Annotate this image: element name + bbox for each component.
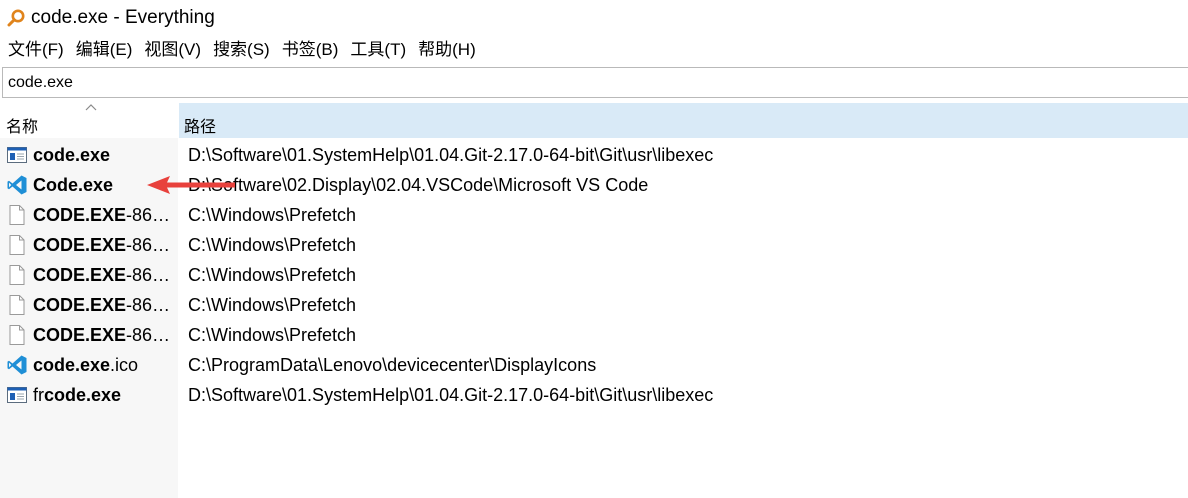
menu-bar: 文件(F) 编辑(E) 视图(V) 搜索(S) 书签(B) 工具(T) 帮助(H… <box>0 36 1188 63</box>
file-name-match: CODE.EXE <box>33 234 127 255</box>
file-path-cell[interactable]: D:\Software\01.SystemHelp\01.04.Git-2.17… <box>188 140 713 170</box>
result-row[interactable]: CODE.EXE-86… C:\Windows\Prefetch <box>0 320 1188 350</box>
menu-edit[interactable]: 编辑(E) <box>70 36 139 63</box>
file-name: frcode.exe <box>33 385 121 406</box>
result-row[interactable]: CODE.EXE-86… C:\Windows\Prefetch <box>0 260 1188 290</box>
file-name-suffix: -86… <box>126 294 171 315</box>
file-path-cell[interactable]: C:\ProgramData\Lenovo\devicecenter\Displ… <box>188 350 596 380</box>
file-path-cell[interactable]: C:\Windows\Prefetch <box>188 230 356 260</box>
file-name-suffix: -86… <box>126 264 171 285</box>
file-path-cell[interactable]: C:\Windows\Prefetch <box>188 260 356 290</box>
file-name-suffix: -86… <box>126 234 171 255</box>
file-name: code.exe.ico <box>33 355 138 376</box>
menu-view[interactable]: 视图(V) <box>138 36 207 63</box>
exe-window-icon <box>7 387 27 403</box>
file-name-cell[interactable]: CODE.EXE-86… <box>0 200 178 230</box>
vscode-icon <box>7 175 27 195</box>
menu-help[interactable]: 帮助(H) <box>412 36 482 63</box>
title-bar: code.exe - Everything <box>0 0 1188 36</box>
search-input[interactable] <box>3 68 1188 97</box>
magnifier-icon <box>7 9 25 27</box>
file-name-match: CODE.EXE <box>33 294 127 315</box>
column-header-path[interactable]: 路径 <box>179 103 1188 138</box>
file-icon <box>9 205 25 225</box>
menu-search[interactable]: 搜索(S) <box>207 36 276 63</box>
file-name: code.exe <box>33 145 110 166</box>
file-name-match: code.exe <box>44 384 122 405</box>
vscode-icon <box>7 355 27 375</box>
column-header-name-label: 名称 <box>6 119 39 136</box>
column-header-name[interactable]: 名称 <box>0 103 178 138</box>
file-name-cell[interactable]: code.exe.ico <box>0 350 178 380</box>
file-name-match: CODE.EXE <box>33 204 127 225</box>
file-path-cell[interactable]: C:\Windows\Prefetch <box>188 320 356 350</box>
result-row[interactable]: CODE.EXE-86… C:\Windows\Prefetch <box>0 230 1188 260</box>
file-icon <box>9 295 25 315</box>
file-name: CODE.EXE-86… <box>33 325 170 346</box>
file-name-cell[interactable]: CODE.EXE-86… <box>0 320 178 350</box>
exe-window-icon <box>7 147 27 163</box>
window-title: code.exe - Everything <box>31 7 215 28</box>
file-name-match: code.exe <box>33 354 111 375</box>
results-header: 名称 路径 <box>0 103 1188 138</box>
file-name-cell[interactable]: code.exe <box>0 140 178 170</box>
file-path-cell[interactable]: C:\Windows\Prefetch <box>188 290 356 320</box>
file-name-cell[interactable]: CODE.EXE-86… <box>0 290 178 320</box>
file-name-cell[interactable]: Code.exe <box>0 170 178 200</box>
result-row[interactable]: code.exe D:\Software\01.SystemHelp\01.04.… <box>0 140 1188 170</box>
result-row[interactable]: Code.exe D:\Software\02.Display\02.04.VSC… <box>0 170 1188 200</box>
file-name: Code.exe <box>33 175 113 196</box>
result-row[interactable]: code.exe.ico C:\ProgramData\Lenovo\device… <box>0 350 1188 380</box>
results-list: code.exe D:\Software\01.SystemHelp\01.04.… <box>0 140 1188 410</box>
sort-ascending-icon <box>85 104 97 111</box>
search-box <box>2 67 1188 98</box>
file-name-cell[interactable]: CODE.EXE-86… <box>0 260 178 290</box>
file-name-cell[interactable]: frcode.exe <box>0 380 178 410</box>
file-name-cell[interactable]: CODE.EXE-86… <box>0 230 178 260</box>
file-name-match: code.exe <box>33 144 111 165</box>
file-name-match: Code.exe <box>33 174 114 195</box>
result-row[interactable]: frcode.exe D:\Software\01.SystemHelp\01.0… <box>0 380 1188 410</box>
file-name: CODE.EXE-86… <box>33 205 170 226</box>
file-name: CODE.EXE-86… <box>33 235 170 256</box>
menu-tools[interactable]: 工具(T) <box>344 36 412 63</box>
file-name: CODE.EXE-86… <box>33 265 170 286</box>
menu-file[interactable]: 文件(F) <box>2 36 70 63</box>
result-row[interactable]: CODE.EXE-86… C:\Windows\Prefetch <box>0 290 1188 320</box>
file-path-cell[interactable]: C:\Windows\Prefetch <box>188 200 356 230</box>
file-name-prefix: fr <box>33 384 44 405</box>
menu-bookmarks[interactable]: 书签(B) <box>276 36 345 63</box>
file-name-match: CODE.EXE <box>33 324 127 345</box>
file-icon <box>9 265 25 285</box>
file-path-cell[interactable]: D:\Software\02.Display\02.04.VSCode\Micr… <box>188 170 648 200</box>
file-icon <box>9 325 25 345</box>
column-header-path-label: 路径 <box>184 119 217 136</box>
file-name-suffix: .ico <box>110 354 139 375</box>
file-name-suffix: -86… <box>126 204 171 225</box>
file-icon <box>9 235 25 255</box>
file-name: CODE.EXE-86… <box>33 295 170 316</box>
result-row[interactable]: CODE.EXE-86… C:\Windows\Prefetch <box>0 200 1188 230</box>
file-name-match: CODE.EXE <box>33 264 127 285</box>
file-name-suffix: -86… <box>126 324 171 345</box>
file-path-cell[interactable]: D:\Software\01.SystemHelp\01.04.Git-2.17… <box>188 380 713 410</box>
